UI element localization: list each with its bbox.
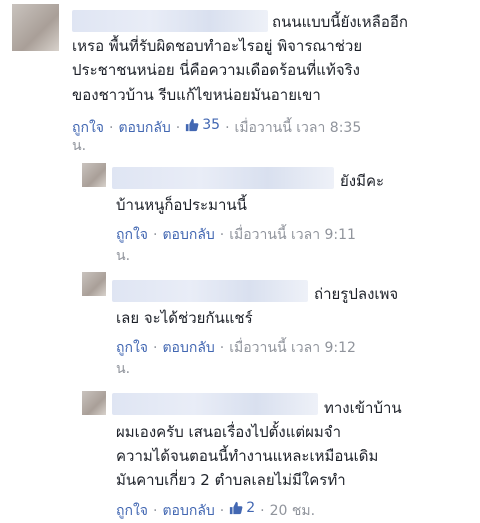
- comment-text-line: ถ่ายรูปลงเพจ: [314, 285, 399, 303]
- like-count-value: 35: [202, 117, 221, 133]
- avatar[interactable]: [82, 163, 106, 187]
- like-count[interactable]: 35: [185, 115, 220, 135]
- comment-text-line: ความได้จนตอนนี้ทำงานแหละเหมือนเดิม: [116, 447, 379, 465]
- reply-link[interactable]: ตอบกลับ: [162, 340, 214, 356]
- timestamp[interactable]: เมื่อวานนี้ เวลา 9:12: [229, 340, 356, 356]
- separator: ·: [225, 120, 230, 136]
- comment-text-line: มันคาบเกี่ยว 2 ตำบลเลยไม่มีใครทำ: [116, 471, 346, 489]
- comment-actions: ถูกใจ · ตอบกลับ · เมื่อวานนี้ เวลา 9:12: [116, 338, 356, 358]
- commenter-name[interactable]: [112, 167, 334, 189]
- comment-text-line: เหรอ พื้นที่รับผิดชอบทำอะไรอยู่ พิจารณาช…: [72, 37, 363, 55]
- comment-text-line: ประชาชนหน่อย นี่คือความเดือดร้อนที่แท้จร…: [72, 61, 360, 79]
- like-link[interactable]: ถูกใจ: [116, 503, 148, 519]
- timestamp-suffix: น.: [72, 138, 87, 154]
- like-link[interactable]: ถูกใจ: [116, 227, 148, 243]
- separator: ·: [260, 503, 265, 519]
- comment-text-line: ทางเข้าบ้าน: [324, 399, 402, 417]
- separator: ·: [219, 340, 225, 356]
- commenter-name[interactable]: [72, 10, 268, 32]
- separator: ·: [219, 227, 225, 243]
- reply-link[interactable]: ตอบกลับ: [118, 120, 170, 136]
- separator: ·: [153, 227, 158, 243]
- commenter-name[interactable]: [112, 280, 308, 302]
- timestamp-suffix: น.: [116, 248, 131, 264]
- separator: ·: [175, 120, 181, 136]
- timestamp[interactable]: เมื่อวานนี้ เวลา 9:11: [229, 227, 356, 243]
- separator: ·: [219, 503, 225, 519]
- comment-actions: ถูกใจ · ตอบกลับ · 2 · 20 ชม.: [116, 498, 315, 521]
- comment-text-line: ยังมีคะ: [340, 172, 385, 190]
- comment-actions: ถูกใจ · ตอบกลับ · 35 · เมื่อวานนี้ เวลา 8:35: [72, 115, 361, 138]
- comment-text-line: ของชาวบ้าน รีบแก้ไขหน่อยมันอายเขา: [72, 86, 321, 104]
- reply-link[interactable]: ตอบกลับ: [162, 503, 214, 519]
- avatar[interactable]: [82, 391, 106, 415]
- thumbs-up-icon: [186, 118, 199, 132]
- like-count[interactable]: 2: [229, 498, 255, 518]
- comment-actions: ถูกใจ · ตอบกลับ · เมื่อวานนี้ เวลา 9:11: [116, 225, 356, 245]
- timestamp-suffix: น.: [116, 361, 131, 377]
- commenter-name[interactable]: [112, 393, 318, 415]
- avatar[interactable]: [12, 4, 59, 51]
- timestamp[interactable]: เมื่อวานนี้ เวลา 8:35: [235, 120, 362, 136]
- comment-text-line: ผมเองครับ เสนอเรื่องไปตั้งแต่ผมจำ: [116, 423, 342, 441]
- separator: ·: [153, 340, 158, 356]
- separator: ·: [109, 120, 114, 136]
- reply-link[interactable]: ตอบกลับ: [162, 227, 214, 243]
- like-link[interactable]: ถูกใจ: [72, 120, 104, 136]
- separator: ·: [153, 503, 158, 519]
- like-count-value: 2: [246, 500, 256, 516]
- timestamp[interactable]: 20 ชม.: [270, 503, 315, 519]
- comment-text-line: ถนนแบบนี้ยังเหลืออีก: [272, 13, 408, 31]
- thumbs-up-icon: [230, 501, 243, 515]
- avatar[interactable]: [82, 272, 106, 296]
- like-link[interactable]: ถูกใจ: [116, 340, 148, 356]
- comment-text-line: บ้านหนูก็อประมานนี้: [116, 196, 247, 214]
- comment-text-line: เลย จะได้ช่วยกันแชร์: [116, 309, 253, 327]
